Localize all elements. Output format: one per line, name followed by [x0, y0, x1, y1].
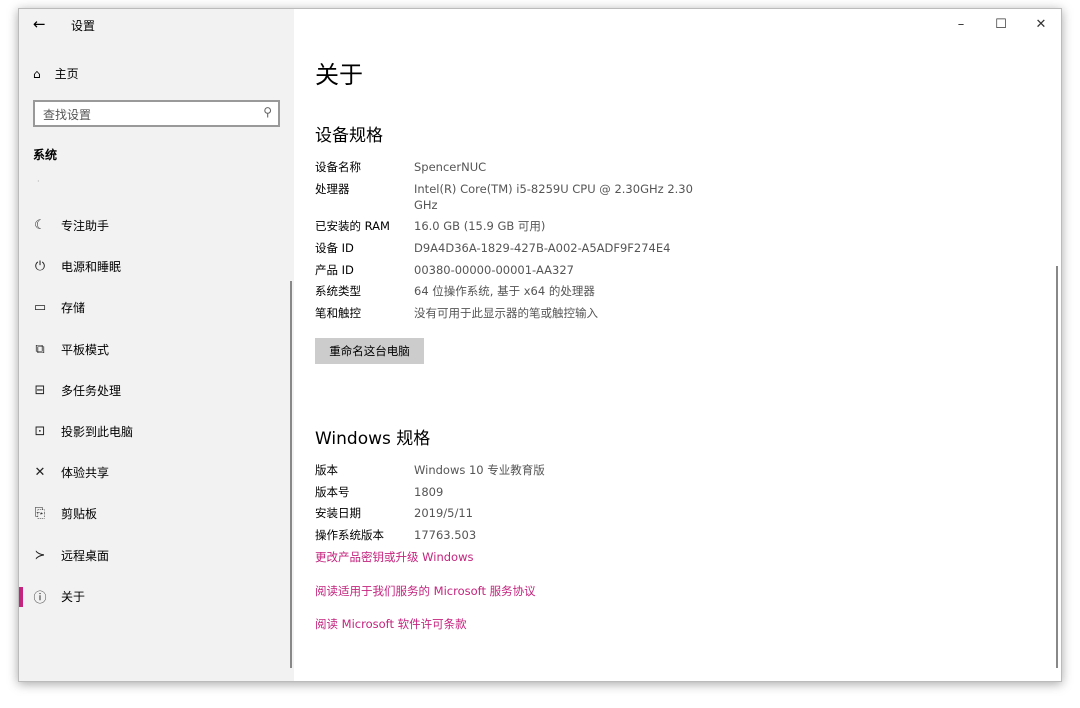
link[interactable]: 更改产品密钥或升级 Windows	[315, 549, 474, 565]
settings-window: ← 设置 ⌂ 主页 查找设置 ⚲ 系统 · ☾ 专注助手 ⏻ 电源和睡眠 ▭ 存储 ⧉ 平板模式 ⊟…	[18, 8, 1062, 682]
sidebar-item[interactable]: ▭ 存储	[19, 287, 294, 328]
sidebar-item-icon: ▭	[33, 300, 47, 316]
sidebar-item[interactable]: ⧉ 平板模式	[19, 329, 294, 370]
back-arrow-icon[interactable]: ←	[33, 15, 46, 33]
spec-label: 笔和触控	[315, 306, 361, 320]
spec-label: 版本号	[315, 484, 350, 499]
main-scrollbar[interactable]	[1056, 266, 1058, 668]
sidebar-item-label: 平板模式	[61, 342, 110, 357]
spec-value: 64 位操作系统, 基于 x64 的处理器	[414, 284, 595, 298]
sidebar-item-label: 关于	[61, 589, 86, 604]
sidebar-item-icon: ⊟	[34, 382, 46, 398]
spec-value: 没有可用于此显示器的笔或触控输入	[414, 306, 598, 320]
spec-label: 版本	[315, 463, 338, 477]
sidebar-item[interactable]: ⎘ 剪贴板	[19, 493, 294, 534]
sidebar-item-icon: ✕	[34, 465, 46, 481]
sidebar-scrollbar[interactable]	[290, 281, 292, 668]
device-specs-heading: 设备规格	[315, 126, 383, 146]
section-heading: 系统	[33, 148, 58, 162]
windows-specs-heading: Windows 规格	[315, 429, 431, 449]
sidebar-item-label: 远程桌面	[61, 548, 110, 563]
sidebar-item-label: 体验共享	[61, 466, 110, 481]
sidebar-item-icon: ⧉	[35, 341, 45, 357]
spec-row: 笔和触控 没有可用于此显示器的笔或触控输入	[315, 305, 704, 321]
dot: ·	[37, 177, 40, 186]
sidebar-item-icon: ⓘ	[33, 590, 47, 606]
spec-label: 操作系统版本	[315, 527, 384, 542]
spec-row: 设备 ID D9A4D36A-1829-427B-A002-A5ADF9F274E…	[315, 240, 704, 256]
spec-value: 17763.503	[414, 527, 477, 542]
home-icon: ⌂	[33, 66, 41, 81]
sidebar-home[interactable]: ⌂ 主页	[33, 65, 79, 82]
sidebar-item-label: 多任务处理	[61, 383, 122, 398]
spec-row: 产品 ID 00380-00000-00001-AA327	[315, 262, 704, 278]
search-input[interactable]: 查找设置 ⚲	[33, 100, 280, 127]
spec-label: 处理器	[315, 182, 350, 196]
sidebar-item-label: 存储	[61, 301, 86, 316]
sidebar-item-icon: ⎘	[34, 506, 46, 522]
spec-label: 设备名称	[315, 160, 361, 174]
spec-value: 00380-00000-00001-AA327	[414, 263, 574, 277]
sidebar-item-label: 专注助手	[61, 219, 110, 234]
spec-label: 安装日期	[315, 506, 361, 520]
spec-value: SpencerNUC	[414, 160, 487, 174]
spec-row: 处理器 Intel(R) Core(TM) i5-8259U CPU @ 2.30…	[315, 181, 704, 213]
sidebar: ← 设置 ⌂ 主页 查找设置 ⚲ 系统 · ☾ 专注助手 ⏻ 电源和睡眠 ▭ 存储 ⧉ 平板模式 ⊟…	[19, 9, 294, 681]
spec-value: 2019/5/11	[414, 506, 473, 520]
spec-label: 系统类型	[315, 284, 361, 298]
spec-value: 16.0 GB (15.9 GB 可用)	[414, 219, 546, 233]
spec-row: 安装日期 2019/5/11	[315, 505, 704, 521]
app-title: 设置	[71, 19, 96, 33]
spec-row: 系统类型 64 位操作系统, 基于 x64 的处理器	[315, 283, 704, 299]
spec-label: 设备 ID	[315, 241, 354, 255]
spec-value: Intel(R) Core(TM) i5-8259U CPU @ 2.30GHz…	[414, 182, 693, 212]
spec-row: 设备名称 SpencerNUC	[315, 159, 704, 175]
spec-value: D9A4D36A-1829-427B-A002-A5ADF9F274E4	[414, 241, 671, 255]
sidebar-item[interactable]: ☾ 专注助手	[19, 205, 294, 246]
link[interactable]: 阅读 Microsoft 软件许可条款	[315, 616, 467, 632]
search-icon: ⚲	[263, 105, 272, 119]
link[interactable]: 阅读适用于我们服务的 Microsoft 服务协议	[315, 583, 536, 599]
main-content: – ☐ ✕ 关于 设备规格 设备名称 SpencerNUC 处理器 Intel(R) …	[294, 9, 1061, 681]
sidebar-item-icon: ⏻	[34, 259, 46, 275]
page-title: 关于	[315, 61, 363, 89]
sidebar-item-label: 剪贴板	[61, 507, 98, 522]
spec-label: 产品 ID	[315, 263, 354, 277]
sidebar-item[interactable]: ⓘ 关于	[19, 576, 294, 617]
spec-row: 版本 Windows 10 专业教育版	[315, 462, 704, 478]
sidebar-item-icon: ≻	[34, 547, 46, 563]
sidebar-item[interactable]: ≻ 远程桌面	[19, 535, 294, 576]
maximize-button[interactable]: ☐	[981, 9, 1021, 39]
sidebar-item[interactable]: ⊟ 多任务处理	[19, 370, 294, 411]
spec-row: 操作系统版本 17763.503	[315, 527, 704, 543]
sidebar-item-label: 投影到此电脑	[61, 425, 134, 440]
spec-label: 已安装的 RAM	[315, 219, 390, 233]
rename-pc-button[interactable]: 重命名这台电脑	[315, 338, 424, 364]
sidebar-item[interactable]: ⊡ 投影到此电脑	[19, 411, 294, 452]
minimize-button[interactable]: –	[941, 9, 981, 39]
spec-value: Windows 10 专业教育版	[414, 463, 545, 477]
sidebar-item[interactable]: ✕ 体验共享	[19, 452, 294, 493]
spec-value: 1809	[414, 484, 444, 499]
spec-row: 已安装的 RAM 16.0 GB (15.9 GB 可用)	[315, 218, 704, 234]
sidebar-item[interactable]: ⏻ 电源和睡眠	[19, 246, 294, 287]
sidebar-item-icon: ☾	[34, 218, 46, 234]
spec-row: 版本号 1809	[315, 484, 704, 500]
sidebar-item-icon: ⊡	[34, 424, 46, 440]
close-button[interactable]: ✕	[1021, 9, 1061, 39]
sidebar-item-label: 电源和睡眠	[61, 260, 122, 275]
